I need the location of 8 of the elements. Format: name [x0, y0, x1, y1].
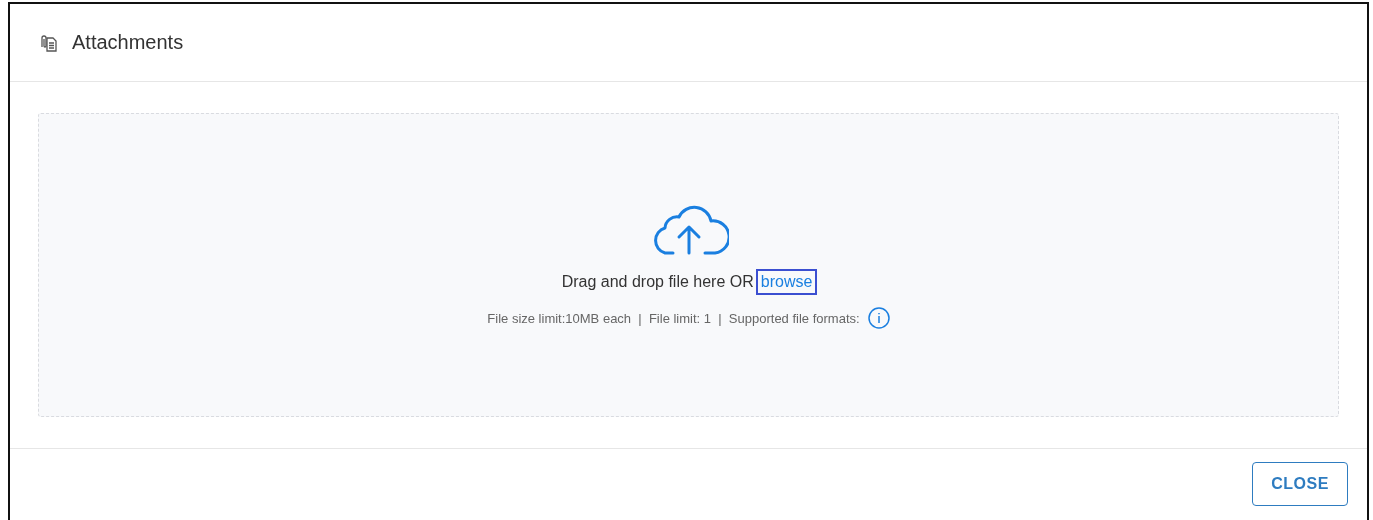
file-limits-text: File size limit:10MB each | File limit: 1 | Supported file formats:	[487, 310, 860, 326]
dialog-title: Attachments	[72, 31, 184, 54]
info-icon[interactable]	[867, 307, 890, 329]
drop-instruction: Drag and drop file here OR	[561, 273, 754, 291]
browse-link[interactable]: browse	[757, 271, 816, 293]
close-button[interactable]: CLOSE	[1252, 462, 1348, 506]
dropzone[interactable]: Drag and drop file here OR browse File size limit:10MB each | File limit: 1 | Supported file formats:	[38, 113, 1339, 417]
attachment-icon	[38, 32, 58, 53]
